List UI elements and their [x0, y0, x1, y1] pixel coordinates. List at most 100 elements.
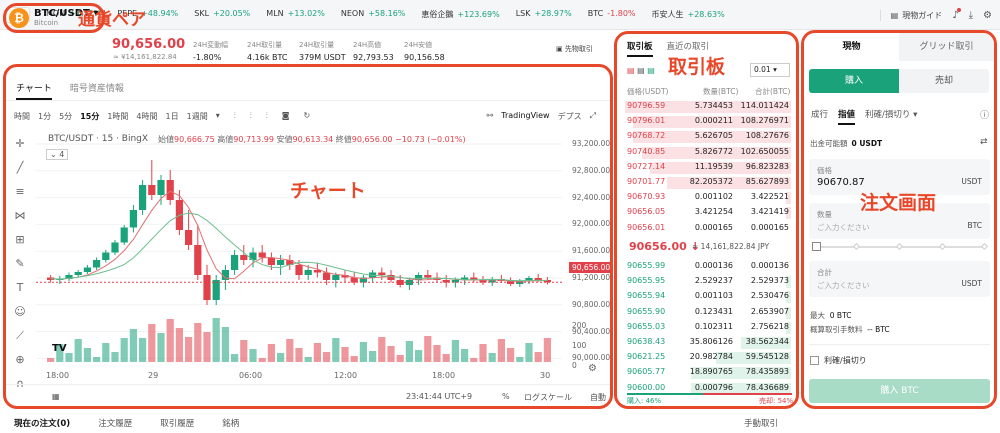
text-icon[interactable]: T: [12, 281, 28, 305]
ask-row[interactable]: 90656.01 0.000165 0.000165: [625, 222, 791, 236]
slider-handle[interactable]: [812, 242, 821, 251]
calendar-icon[interactable]: ▦: [52, 392, 60, 401]
bell-icon[interactable]: ♪: [952, 7, 961, 21]
ask-row[interactable]: 90768.72 5.626705 108.27676: [625, 130, 791, 144]
layout-icon[interactable]: ⫶: [266, 111, 268, 122]
book-view-toggles[interactable]: ▤ ▤ ▤: [627, 66, 655, 75]
price-value[interactable]: 90670.87: [817, 177, 865, 188]
order-qty: 18.890765: [689, 367, 733, 377]
interval-option[interactable]: 1時間: [107, 111, 128, 122]
quantity-unit: BTC: [967, 221, 982, 230]
interval-option[interactable]: 5分: [59, 111, 72, 122]
chart-tab[interactable]: 暗号資産情報: [70, 81, 124, 100]
info-icon[interactable]: ⓘ: [980, 108, 989, 121]
order-type-limit[interactable]: 指値: [838, 108, 856, 125]
chart-tab[interactable]: チャート: [16, 81, 52, 100]
bid-row[interactable]: 90605.77 18.890765 78.435893: [625, 366, 791, 380]
checkbox[interactable]: [810, 356, 819, 365]
spot-guide-link[interactable]: ▤ 現物ガイド: [879, 9, 942, 21]
tab-spot[interactable]: 現物: [804, 33, 899, 61]
fib-icon[interactable]: ⊞: [12, 233, 28, 257]
bid-row[interactable]: 90655.99 0.000136 0.000136: [625, 260, 791, 274]
magnet-icon[interactable]: ∩: [12, 377, 28, 401]
bid-row[interactable]: 90638.43 35.806126 38.562344: [625, 336, 791, 350]
tab-assets[interactable]: 銘柄: [222, 417, 239, 429]
bid-row[interactable]: 90655.94 0.001103 2.530476: [625, 290, 791, 304]
interval-option[interactable]: 1分: [38, 111, 51, 122]
percent-toggle[interactable]: %: [502, 392, 510, 401]
ask-row[interactable]: 90796.59 5.734453 114.011424: [625, 100, 791, 114]
ticker-item[interactable]: NEON +58.16%: [341, 9, 406, 20]
volume-bar: [267, 344, 275, 362]
camera-icon[interactable]: ◙: [282, 111, 290, 122]
sell-tab[interactable]: 売却: [899, 69, 989, 93]
fullscreen-icon[interactable]: ⤢: [590, 111, 596, 122]
ticker-item[interactable]: LSK +28.97%: [516, 9, 572, 20]
pattern-icon[interactable]: ⋈: [12, 209, 28, 233]
order-type-tpsl[interactable]: 利確/損切り ▾: [865, 108, 917, 125]
ticker-item[interactable]: 币安人生 +28.63%: [652, 9, 725, 20]
tpsl-checkbox[interactable]: 利確/損切り: [810, 355, 867, 366]
order-type-market[interactable]: 成行: [811, 108, 828, 125]
buy-btc-button[interactable]: 購入 BTC: [809, 379, 990, 403]
ticker-item[interactable]: 恵俗企鵝 +123.69%: [421, 9, 499, 20]
ticker-item[interactable]: BTC -1.80%: [588, 9, 636, 20]
order-price: 90796.01: [627, 116, 666, 126]
precision-select[interactable]: 0.01 ▾: [750, 63, 790, 77]
ticker-item[interactable]: SKL +20.05%: [194, 9, 250, 20]
auto-scale-toggle[interactable]: 自動: [590, 392, 606, 403]
ticker-item[interactable]: MLN +13.02%: [266, 9, 325, 20]
tab-order-history[interactable]: 注文履歴: [98, 417, 132, 429]
ask-row[interactable]: 90727.14 11.19539 96.823283: [625, 161, 791, 175]
emoji-icon[interactable]: ☺: [12, 305, 28, 329]
futures-link[interactable]: ▣ 先物取引: [556, 44, 593, 54]
undo-icon[interactable]: ↻: [303, 111, 310, 122]
tpsl-label: 利確/損切り: [824, 356, 867, 365]
volume-bar: [470, 358, 478, 362]
log-scale-toggle[interactable]: ログスケール: [524, 392, 572, 403]
ask-row[interactable]: 90656.05 3.421254 3.421419: [625, 206, 791, 220]
indicators-icon[interactable]: ⫶: [234, 111, 236, 122]
interval-option[interactable]: 15分: [80, 111, 99, 122]
interval-dropdown-icon[interactable]: ▾: [216, 111, 220, 122]
total-placeholder[interactable]: ご入力ください: [817, 280, 870, 291]
transfer-icon[interactable]: ⇄: [980, 137, 988, 147]
ask-row[interactable]: 90670.93 0.001102 3.422521: [625, 191, 791, 205]
tab-order-book[interactable]: 取引板: [627, 40, 653, 57]
ask-row[interactable]: 90701.77 82.205372 85.627893: [625, 176, 791, 190]
tab-open-orders[interactable]: 現在の注文(0): [14, 417, 70, 429]
ask-row[interactable]: 90740.85 5.826772 102.650055: [625, 146, 791, 160]
manual-trade-link[interactable]: 手動取引: [744, 417, 778, 429]
horizontal-line-icon[interactable]: ≡: [12, 185, 28, 209]
bid-row[interactable]: 90655.95 2.529237 2.529373: [625, 275, 791, 289]
ask-row[interactable]: 90796.01 0.000211 108.276971: [625, 115, 791, 129]
order-price: 90621.25: [627, 352, 666, 362]
estimated-fee: 概算取引手数料 -- BTC: [810, 325, 890, 334]
trend-line-icon[interactable]: ╱: [12, 161, 28, 185]
amount-slider[interactable]: [812, 242, 989, 251]
zoom-icon[interactable]: ⊕: [12, 353, 28, 377]
total-field[interactable]: 合計 ご入力ください USDT: [809, 261, 990, 297]
view-tradingview[interactable]: TradingView: [501, 111, 549, 122]
tradingview-icon[interactable]: ⚯: [487, 111, 494, 122]
tab-trade-history[interactable]: 取引履歴: [160, 417, 194, 429]
bid-row[interactable]: 90621.25 20.982784 59.545128: [625, 351, 791, 365]
buy-tab[interactable]: 購入: [809, 69, 899, 93]
gear-icon[interactable]: ⚙: [983, 10, 992, 21]
interval-option[interactable]: 4時間: [136, 111, 157, 122]
templates-icon[interactable]: ⫶: [250, 111, 252, 122]
volume-bar: [102, 343, 110, 362]
candlestick-chart[interactable]: [36, 137, 562, 367]
crosshair-icon[interactable]: ✛: [12, 137, 28, 161]
settings-icon[interactable]: ⚙: [588, 363, 597, 374]
ruler-icon[interactable]: ⟋: [12, 329, 28, 353]
tab-grid[interactable]: グリッド取引: [899, 33, 994, 61]
view-depth[interactable]: デプス: [558, 111, 582, 122]
quantity-placeholder[interactable]: ご入力ください: [817, 222, 870, 233]
bid-row[interactable]: 90655.03 0.102311 2.756218: [625, 321, 791, 335]
interval-option[interactable]: 1日: [166, 111, 179, 122]
download-icon[interactable]: ⤓: [969, 10, 973, 21]
brush-icon[interactable]: ✎: [12, 257, 28, 281]
bid-row[interactable]: 90655.90 0.123431 2.653907: [625, 306, 791, 320]
interval-option[interactable]: 1週間: [187, 111, 208, 122]
